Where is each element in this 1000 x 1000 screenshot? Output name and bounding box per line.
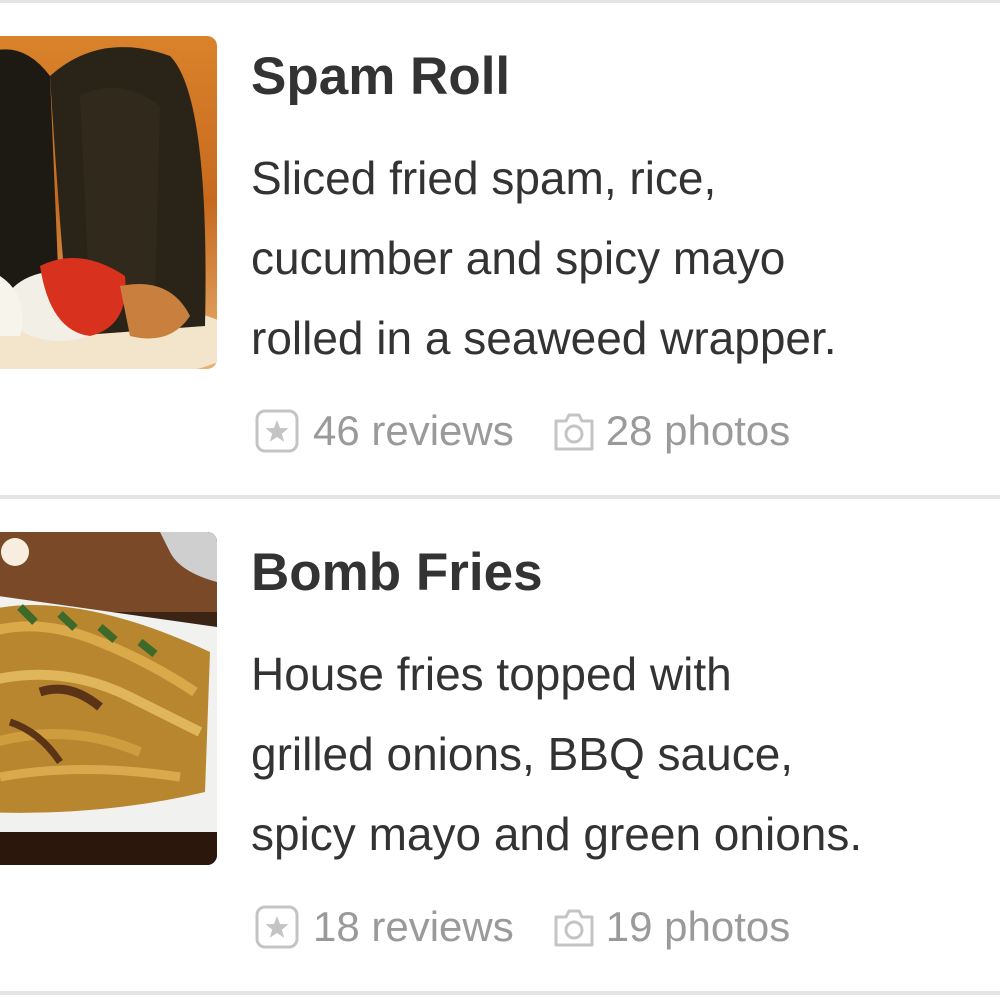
item-title[interactable]: Bomb Fries	[251, 541, 543, 605]
spam-roll-image	[0, 36, 217, 369]
camera-icon	[552, 409, 596, 453]
description-line: grilled onions, BBQ sauce,	[251, 728, 794, 780]
item-meta: 46 reviews 28 photos	[255, 401, 790, 461]
item-description: Sliced fried spam, rice, cucumber and sp…	[251, 138, 991, 378]
reviews-label: 18 reviews	[313, 903, 514, 950]
item-title[interactable]: Spam Roll	[251, 45, 510, 109]
item-description: House fries topped with grilled onions, …	[251, 634, 991, 874]
description-line: House fries topped with	[251, 648, 732, 700]
photos-count[interactable]: 28 photos	[552, 407, 791, 455]
star-icon	[255, 409, 299, 453]
description-line: spicy mayo and green onions.	[251, 808, 863, 860]
list-item[interactable]: Bomb Fries House fries topped with grill…	[0, 499, 1000, 991]
photos-label: 28 photos	[605, 407, 791, 454]
menu-item-list: Spam Roll Sliced fried spam, rice, cucum…	[0, 0, 1000, 1000]
reviews-label: 46 reviews	[313, 407, 514, 454]
photos-count[interactable]: 19 photos	[552, 903, 791, 951]
item-meta: 18 reviews 19 photos	[255, 897, 790, 957]
bomb-fries-image	[0, 532, 217, 865]
bomb-fries-photo[interactable]	[0, 532, 217, 865]
list-item[interactable]: Spam Roll Sliced fried spam, rice, cucum…	[0, 3, 1000, 495]
camera-icon	[552, 905, 596, 949]
photos-label: 19 photos	[605, 903, 791, 950]
divider	[0, 991, 1000, 995]
star-icon	[255, 905, 299, 949]
description-line: cucumber and spicy mayo	[251, 232, 786, 284]
reviews-count[interactable]: 18 reviews	[255, 903, 514, 951]
description-line: rolled in a seaweed wrapper.	[251, 312, 837, 364]
spam-roll-photo[interactable]	[0, 36, 217, 369]
reviews-count[interactable]: 46 reviews	[255, 407, 514, 455]
description-line: Sliced fried spam, rice,	[251, 152, 717, 204]
